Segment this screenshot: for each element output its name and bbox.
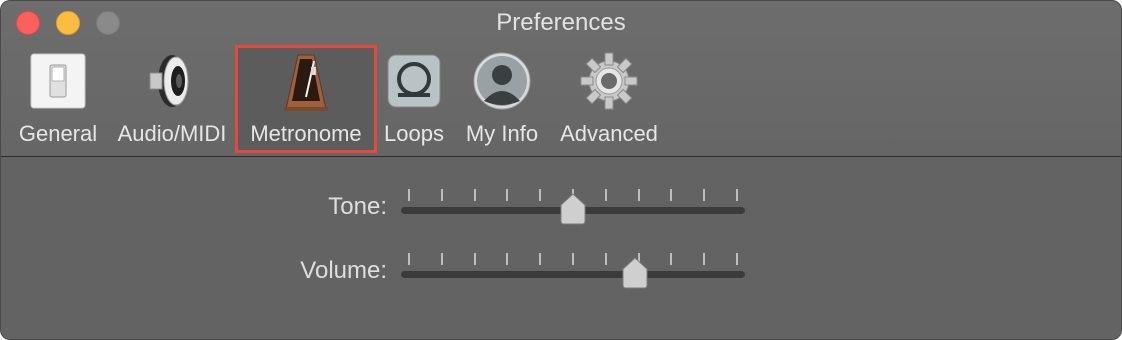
window-title: Preferences <box>496 9 626 36</box>
slider-tick <box>604 189 607 201</box>
tab-general[interactable]: General <box>13 45 103 153</box>
slider-tick <box>670 189 673 201</box>
slider-tick <box>572 253 574 265</box>
slider-tick <box>703 189 706 201</box>
slider-tick <box>604 253 607 265</box>
tab-advanced[interactable]: Advanced <box>553 45 665 153</box>
metronome-icon <box>276 51 336 111</box>
slider-tick <box>670 253 673 265</box>
tab-my-info[interactable]: My Info <box>457 45 547 153</box>
tab-metronome[interactable]: Metronome <box>235 45 377 153</box>
speaker-icon <box>142 51 202 111</box>
slider-tick <box>506 253 509 265</box>
slider-tick <box>440 253 443 265</box>
slider-tick <box>736 253 738 265</box>
slider-tick <box>506 189 509 201</box>
slider-tick <box>637 189 640 201</box>
slider-thumb[interactable] <box>621 257 649 289</box>
slider-tick <box>473 253 476 265</box>
tone-label: Tone: <box>328 193 387 220</box>
slider-track <box>401 271 745 278</box>
slider-tick <box>703 253 706 265</box>
preferences-window: Preferences General Audio/MIDI Metronome… <box>0 0 1122 340</box>
volume-slider[interactable] <box>401 253 745 293</box>
metronome-pane: Tone: Volume: <box>1 157 1121 339</box>
slider-tick <box>539 253 542 265</box>
tab-label: Metronome <box>250 121 362 146</box>
tab-loops[interactable]: Loops <box>381 45 447 153</box>
tab-label: Audio/MIDI <box>117 121 227 146</box>
gear-icon <box>579 51 639 111</box>
loop-icon <box>384 51 444 111</box>
toolbar: Preferences General Audio/MIDI Metronome… <box>1 1 1121 157</box>
tab-label: My Info <box>465 121 539 146</box>
slider-tick <box>473 189 476 201</box>
volume-label: Volume: <box>300 257 387 284</box>
tab-label: Advanced <box>560 121 658 146</box>
slider-tick <box>408 189 410 201</box>
slider-tick <box>440 189 443 201</box>
tab-label: General <box>18 121 98 146</box>
tab-audio-midi[interactable]: Audio/MIDI <box>109 45 235 153</box>
slider-tick <box>408 253 410 265</box>
slider-thumb[interactable] <box>559 193 587 225</box>
slider-tick <box>736 189 738 201</box>
tone-slider[interactable] <box>401 189 745 229</box>
switch-icon <box>28 51 88 111</box>
user-avatar-icon <box>472 51 532 111</box>
tab-label: Loops <box>384 121 444 146</box>
slider-tick <box>539 189 542 201</box>
